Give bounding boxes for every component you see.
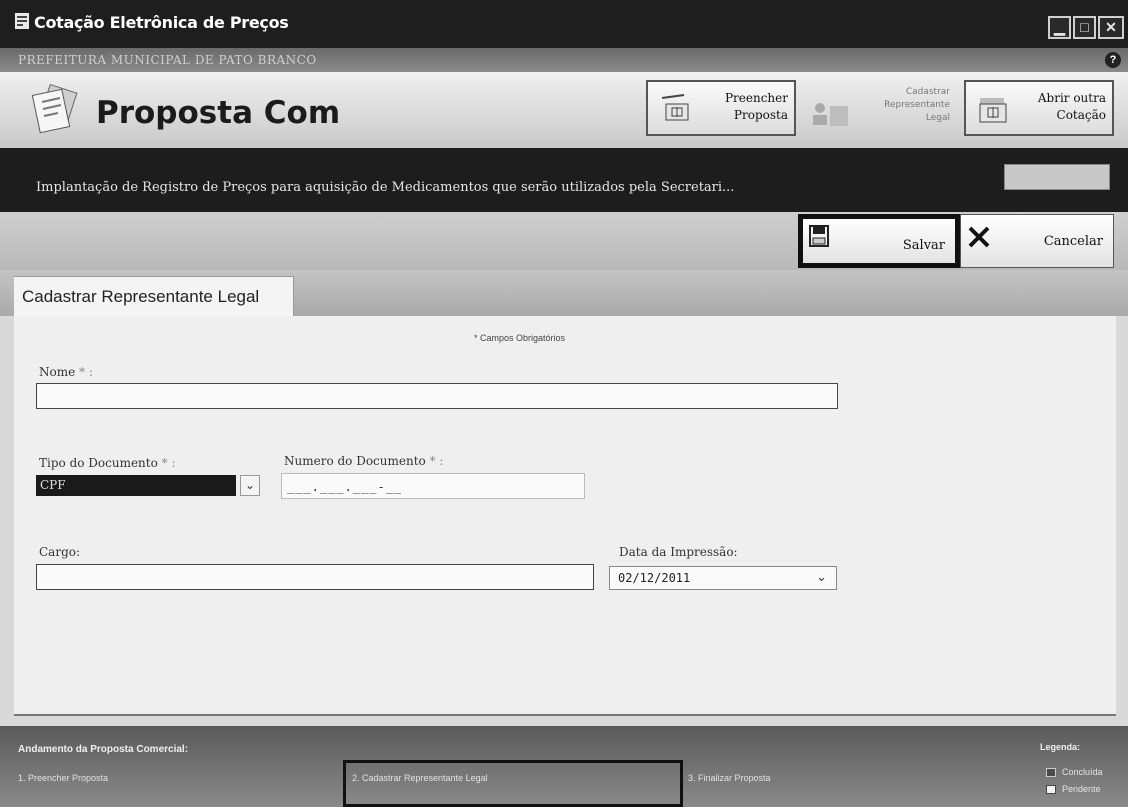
maximize-button[interactable]: □ [1073,16,1096,39]
open-quote-icon [976,92,1010,126]
tipo-documento-label: Tipo do Documento * : [39,456,176,470]
cancel-button[interactable]: Cancelar [960,214,1114,268]
nome-label: Nome * : [39,365,93,379]
step-2: 2. Cadastrar Representante Legal [352,773,488,783]
cargo-label: Cargo: [39,545,81,559]
tipo-documento-select[interactable] [36,475,236,496]
save-button[interactable]: Salvar [798,214,960,268]
minimize-button[interactable]: ▁ [1048,16,1071,39]
step-1: 1. Preencher Proposta [18,773,109,783]
required-fields-note: * Campos Obrigatórios [474,333,566,343]
tipo-documento-value: CPF [40,478,66,492]
data-impressao-label: Data da Impressão: [619,545,738,559]
close-x-icon [967,225,991,249]
step-3: 3. Finalizar Proposta [688,773,771,783]
page-title: Proposta Com [96,95,341,131]
preencher-proposta-button[interactable]: Preencher Proposta [646,80,796,136]
current-step-highlight [343,760,683,807]
legend-pendente: Pendente [1062,784,1101,794]
organization-name: PREFEITURA MUNICIPAL DE PATO BRANCO [18,53,317,67]
cancel-label: Cancelar [1043,234,1103,249]
abrir-outra-cotacao-button[interactable]: Abrir outra Cotação [964,80,1114,136]
chevron-down-icon[interactable]: ⌄ [240,475,260,496]
abrir-label: Abrir outra Cotação [1037,91,1106,122]
quote-description: Implantação de Registro de Preços para a… [36,180,735,195]
data-impressao-value: 02/12/2011 [618,571,691,585]
legend-concluida: Concluída [1062,767,1103,777]
representative-icon [810,98,850,130]
numero-documento-mask: ___.___.___-__ [287,480,403,494]
document-icon [30,83,78,134]
cadastrar-representante-button[interactable]: Cadastrar Representante Legal [806,84,958,134]
tab-label: Cadastrar Representante Legal [22,287,260,306]
nome-input[interactable] [36,383,838,409]
quote-info-box [1004,164,1110,190]
legend-swatch-pendente [1046,785,1056,794]
preencher-label: Preencher Proposta [724,91,788,122]
legend-swatch-concluida [1046,768,1056,777]
cargo-input[interactable] [36,564,594,590]
chevron-down-icon[interactable]: ⌄ [816,569,827,585]
save-label: Salvar [902,238,945,253]
close-button[interactable]: ✕ [1098,16,1124,39]
form-panel [14,316,1116,716]
window-title: Cotação Eletrônica de Preços [34,13,289,32]
progress-title: Andamento da Proposta Comercial: [18,744,189,755]
form-fill-icon [658,92,692,126]
app-icon [14,12,30,30]
legend-title: Legenda: [1040,742,1081,752]
numero-documento-label: Numero do Documento * : [284,454,444,468]
floppy-disk-icon [809,225,829,247]
cadastrar-label: Cadastrar Representante Legal [884,87,950,123]
help-icon[interactable]: ? [1105,52,1121,68]
